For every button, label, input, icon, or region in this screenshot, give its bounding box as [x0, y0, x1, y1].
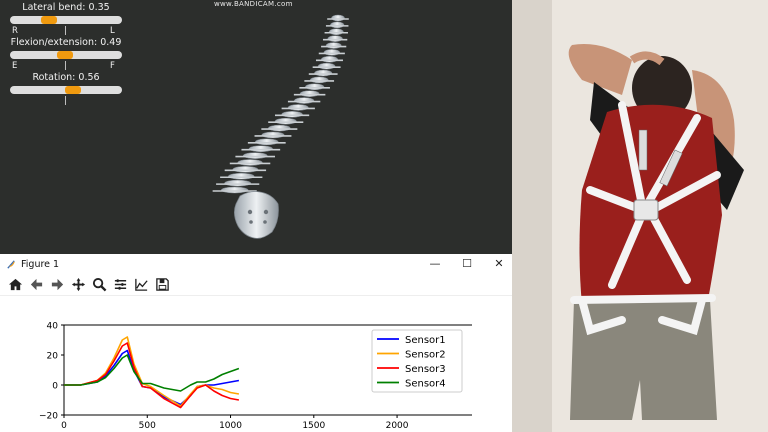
sensor-line-chart[interactable]: 40200−200 500 1000 1500 2000 Sensor1Sensor2S…	[0, 296, 512, 432]
series-line-sensor2	[64, 336, 240, 407]
minimize-icon[interactable]: —	[428, 257, 442, 270]
spine-model-image	[212, 14, 349, 239]
legend-label: Sensor2	[405, 350, 446, 361]
legend-label: Sensor3	[405, 364, 446, 375]
window-title: Figure 1	[21, 258, 60, 270]
save-icon[interactable]	[153, 276, 171, 294]
zoom-icon[interactable]	[90, 276, 108, 294]
close-icon[interactable]: ✕	[492, 257, 506, 270]
configure-subplots-icon[interactable]	[111, 276, 129, 294]
window-controls: — ☐ ✕	[428, 257, 506, 270]
y-tick-label: 20	[47, 352, 59, 362]
forward-arrow-icon[interactable]	[48, 276, 66, 294]
x-tick-label: 0	[61, 421, 67, 431]
y-tick-label: 0	[52, 382, 58, 392]
edit-axis-icon[interactable]	[132, 276, 150, 294]
figure-window[interactable]: Figure 1 — ☐ ✕ 40 20 0 −20 0 500 1000 1500 2000 …	[0, 254, 512, 432]
camera-video-frame	[512, 0, 768, 432]
y-tick-label: 40	[47, 322, 59, 332]
pan-icon[interactable]	[69, 276, 87, 294]
x-tick-label: 1000	[219, 421, 242, 431]
legend-label: Sensor4	[405, 379, 446, 390]
back-arrow-icon[interactable]	[27, 276, 45, 294]
x-tick-label: 500	[139, 421, 156, 431]
home-icon[interactable]	[6, 276, 24, 294]
x-tick-label: 2000	[386, 421, 409, 431]
y-tick-label: −20	[39, 412, 58, 422]
legend-label: Sensor1	[405, 335, 446, 346]
maximize-icon[interactable]: ☐	[460, 257, 474, 270]
x-tick-label: 1500	[302, 421, 325, 431]
series-line-sensor1	[64, 349, 240, 406]
spine-viewer[interactable]: www.BANDICAM.com Lateral bend: 0.35 R | …	[0, 0, 512, 254]
matplotlib-logo-icon	[7, 259, 15, 269]
person-with-sensor-harness-image	[512, 0, 768, 432]
navigation-toolbar	[0, 274, 512, 296]
series-line-sensor3	[64, 342, 240, 409]
